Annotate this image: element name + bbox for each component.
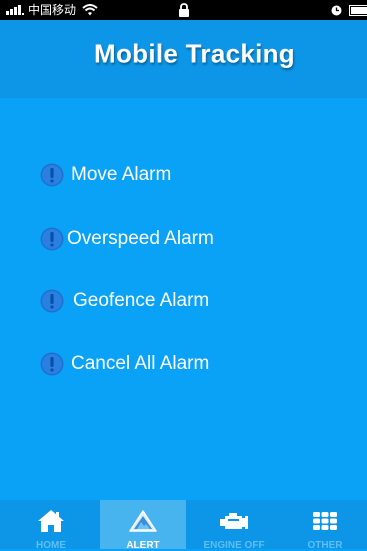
carrier-name: 中国移动 — [28, 0, 76, 20]
alert-icon — [40, 289, 64, 313]
geofence-alarm-label: Geofence Alarm — [73, 290, 209, 312]
tab-alert[interactable]: ALERT — [100, 500, 186, 549]
status-right — [331, 0, 367, 20]
overspeed-alarm-label: Overspeed Alarm — [67, 228, 214, 250]
tab-engine-off[interactable]: ENGINE OFF — [191, 500, 277, 549]
page-title: Mobile Tracking — [0, 39, 367, 70]
tab-engine-off-label: ENGINE OFF — [191, 540, 277, 551]
tab-home-label: HOME — [8, 540, 94, 551]
tab-bar: HOME ALERT ENGINE OFF — [0, 500, 367, 549]
alert-icon — [40, 163, 64, 187]
move-alarm-label: Move Alarm — [71, 164, 171, 186]
home-icon — [36, 509, 66, 533]
cancel-all-alarm-item[interactable]: Cancel All Alarm — [40, 350, 209, 378]
tab-other[interactable]: OTHER — [282, 500, 367, 549]
status-bar: 中国移动 — [0, 0, 367, 20]
wifi-icon — [82, 4, 98, 16]
signal-icon — [6, 5, 25, 15]
battery-icon — [349, 5, 367, 16]
cancel-all-alarm-label: Cancel All Alarm — [71, 353, 209, 375]
warning-icon — [128, 509, 158, 533]
alert-icon — [40, 352, 64, 376]
geofence-alarm-item[interactable]: Geofence Alarm — [40, 287, 209, 315]
grid-icon — [310, 509, 340, 533]
tab-alert-label: ALERT — [100, 540, 186, 551]
status-left: 中国移动 — [6, 0, 98, 20]
engine-icon — [219, 509, 249, 533]
clock-icon — [331, 5, 342, 16]
lock-icon — [178, 3, 190, 17]
tab-other-label: OTHER — [282, 540, 367, 551]
tab-home[interactable]: HOME — [8, 500, 94, 549]
move-alarm-item[interactable]: Move Alarm — [40, 161, 171, 189]
overspeed-alarm-item[interactable]: Overspeed Alarm — [40, 225, 214, 253]
alert-icon — [40, 227, 64, 251]
app-header: Mobile Tracking — [0, 20, 367, 98]
